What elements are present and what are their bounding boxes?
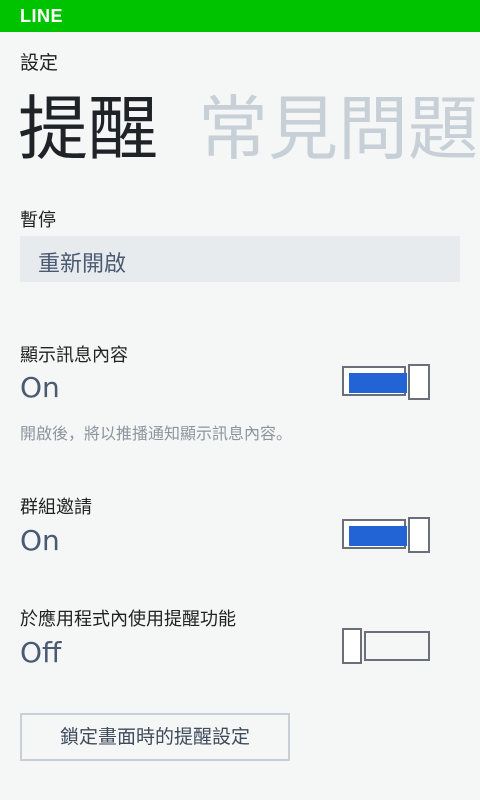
toggle-thumb <box>342 628 362 664</box>
toggle-track <box>364 631 430 661</box>
line-status-bar: LINE <box>0 0 480 32</box>
pause-select[interactable]: 重新開啟 <box>20 236 460 282</box>
pivot-tab-faq[interactable]: 常見問題 <box>198 84 478 174</box>
group-invite-state: On <box>20 524 60 557</box>
show-message-toggle[interactable] <box>342 364 430 400</box>
toggle-fill <box>349 526 407 546</box>
toggle-thumb <box>408 517 430 553</box>
group-invite-label: 群組邀請 <box>20 497 92 518</box>
line-logo-text: LINE <box>20 6 64 26</box>
pause-select-value: 重新開啟 <box>38 252 127 277</box>
pivot-tab-notifications[interactable]: 提醒 <box>18 84 158 174</box>
show-message-state: On <box>20 371 60 404</box>
pause-label: 暫停 <box>20 210 56 231</box>
page-title: 設定 <box>20 52 59 74</box>
lock-screen-settings-button[interactable]: 鎖定畫面時的提醒設定 <box>20 713 290 761</box>
in-app-toggle[interactable] <box>342 628 430 664</box>
pivot-header: 提醒 常見問題 <box>18 84 480 174</box>
show-message-description: 開啟後，將以推播通知顯示訊息內容。 <box>20 424 293 443</box>
in-app-state: Off <box>20 636 62 669</box>
group-invite-toggle[interactable] <box>342 517 430 553</box>
toggle-thumb <box>408 364 430 400</box>
toggle-track <box>342 366 407 396</box>
toggle-track <box>342 519 407 549</box>
show-message-label: 顯示訊息內容 <box>20 345 128 366</box>
toggle-fill <box>349 373 407 393</box>
in-app-label: 於應用程式內使用提醒功能 <box>20 609 236 630</box>
